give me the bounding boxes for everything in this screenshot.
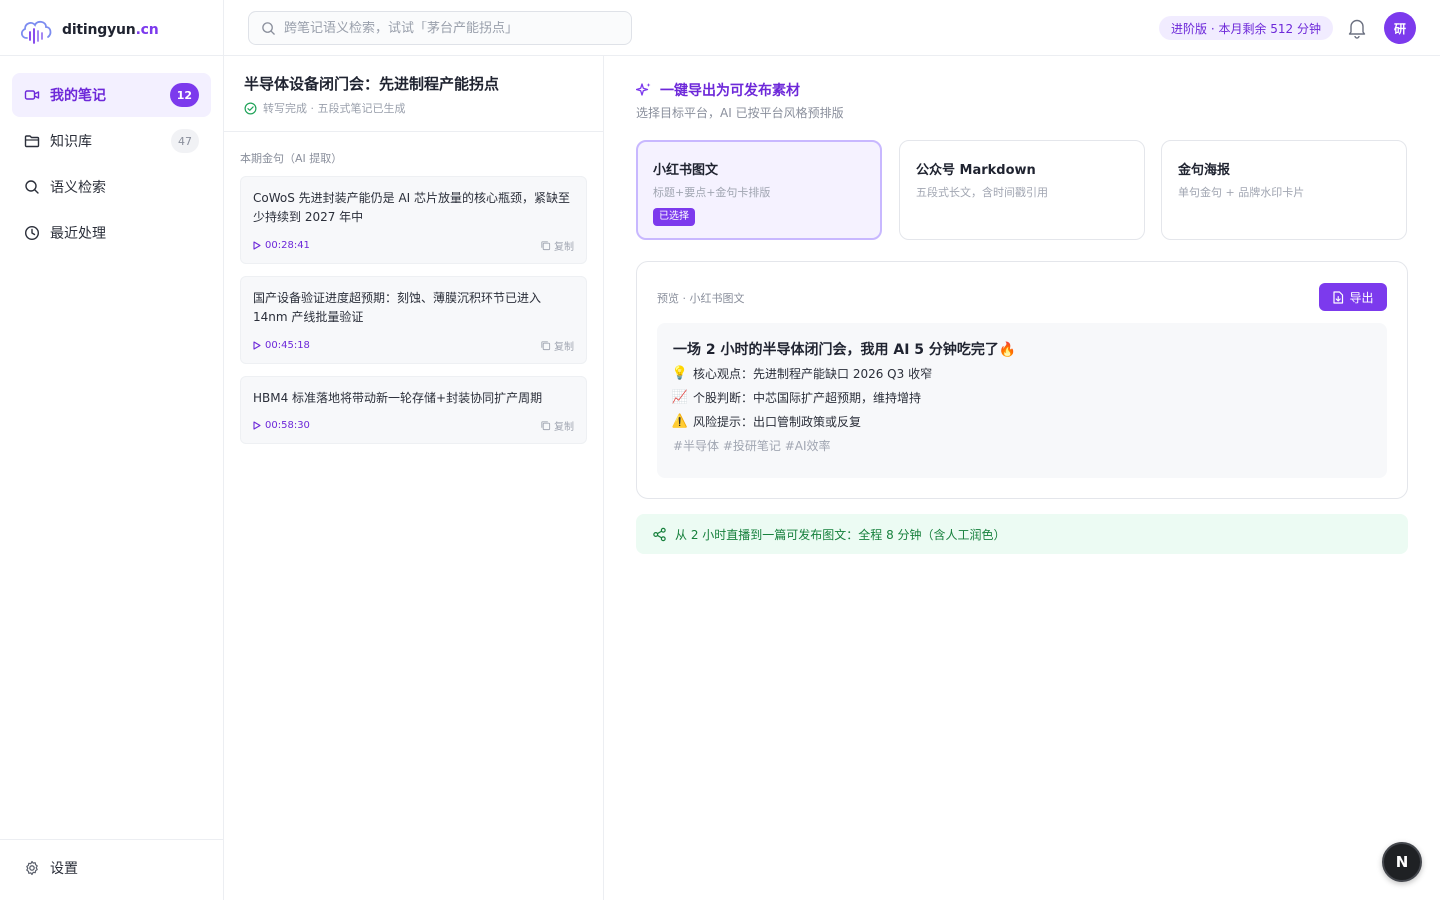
platform-card-xiaohongshu[interactable]: 小红书图文 标题+要点+金句卡排版 已选择 — [636, 140, 882, 240]
copy-quote-button[interactable]: 复制 — [540, 418, 574, 433]
preview-line: 💡 核心观点：先进制程产能缺口 2026 Q3 收窄 — [671, 366, 933, 381]
share-icon — [653, 527, 666, 541]
selected-badge: 已选择 — [653, 208, 695, 226]
summary-banner: 从 2 小时直播到一篇可发布图文：全程 8 分钟（含人工润色） — [636, 514, 1408, 554]
platform-card-wechat-markdown[interactable]: 公众号 Markdown 五段式长文，含时间戳引用 — [899, 140, 1145, 240]
note-status-text: 转写完成 · 五段式笔记已生成 — [263, 102, 406, 115]
export-subtitle: 选择目标平台，AI 已按平台风格预排版 — [636, 106, 844, 120]
settings-button[interactable]: 设置 — [24, 858, 78, 878]
export-panel: 一键导出为可发布素材 选择目标平台，AI 已按平台风格预排版 小红书图文 标题+… — [604, 56, 1440, 900]
check-circle-icon — [244, 102, 257, 114]
chart-up-icon: 📈 — [671, 390, 689, 405]
quote-text: CoWoS 先进封装产能仍是 AI 芯片放量的核心瓶颈，紧缺至少持续到 2027… — [253, 191, 571, 224]
settings-label: 设置 — [50, 861, 78, 877]
note-header: 半导体设备闭门会：先进制程产能拐点 转写完成 · 五段式笔记已生成 — [224, 56, 603, 132]
note-status: 转写完成 · 五段式笔记已生成 — [244, 100, 406, 116]
preview-content: 一场 2 小时的半导体闭门会，我用 AI 5 分钟吃完了🔥 💡 核心观点：先进制… — [657, 323, 1387, 478]
preview-title: 一场 2 小时的半导体闭门会，我用 AI 5 分钟吃完了🔥 — [673, 342, 1017, 358]
summary-text: 从 2 小时直播到一篇可发布图文：全程 8 分钟（含人工润色） — [675, 527, 1006, 542]
copy-icon — [541, 341, 551, 351]
clock-icon — [24, 225, 40, 241]
preview-line: 📈 个股判断：中芯国际扩产超预期，维持增持 — [671, 390, 922, 405]
quote-text: HBM4 标准落地将带动新一轮存储+封装协同扩产周期 — [253, 391, 543, 405]
bell-icon — [1348, 19, 1366, 39]
video-icon — [24, 90, 40, 100]
search-icon — [25, 180, 39, 194]
sidebar-item-label: 语义检索 — [50, 180, 106, 196]
user-avatar[interactable]: 研 — [1384, 12, 1416, 44]
platform-desc: 五段式长文，含时间戳引用 — [916, 186, 1048, 199]
export-title: 一键导出为可发布素材 — [636, 80, 800, 100]
file-export-icon — [1333, 290, 1344, 304]
quote-card: 国产设备验证进度超预期：刻蚀、薄膜沉积环节已进入 14nm 产线批量验证 00:… — [240, 276, 587, 364]
sidebar-item-knowledge-base[interactable]: 知识库 47 — [12, 119, 211, 163]
warning-icon: ⚠️ — [671, 414, 689, 429]
copy-icon — [541, 421, 551, 431]
copy-quote-button[interactable]: 复制 — [540, 338, 574, 353]
quote-card: HBM4 标准落地将带动新一轮存储+封装协同扩产周期 00:58:30 复制 — [240, 376, 587, 444]
quote-timestamp-link[interactable]: 00:58:30 — [253, 420, 310, 431]
sidebar-divider-top — [0, 55, 223, 56]
sidebar-item-my-notes[interactable]: 我的笔记 12 — [12, 73, 211, 117]
copy-icon — [541, 241, 551, 251]
preview-tags: #半导体 #投研笔记 #AI效率 — [673, 439, 831, 453]
platform-name: 公众号 Markdown — [916, 163, 1036, 178]
play-icon — [253, 341, 261, 350]
gear-icon — [26, 860, 38, 876]
search-icon — [262, 21, 275, 35]
search-box[interactable] — [248, 11, 632, 45]
platform-desc: 单句金句 + 品牌水印卡片 — [1178, 186, 1305, 199]
brand-logo[interactable]: ditingyun.cn — [18, 16, 159, 44]
quote-timestamp-link[interactable]: 00:28:41 — [253, 240, 310, 251]
note-title: 半导体设备闭门会：先进制程产能拐点 — [244, 75, 500, 93]
floating-n-button[interactable]: N — [1382, 842, 1422, 882]
platform-name: 小红书图文 — [653, 163, 719, 178]
notes-count-badge: 12 — [169, 83, 199, 107]
play-icon — [253, 241, 261, 250]
sparkle-icon — [636, 83, 651, 96]
sidebar-nav: 我的笔记 12 知识库 47 语义检索 最近处理 — [12, 73, 211, 257]
preview-label: 预览 · 小红书图文 — [657, 292, 745, 305]
lightbulb-icon: 💡 — [671, 366, 689, 381]
preview-line: ⚠️ 风险提示：出口管制政策或反复 — [671, 414, 862, 429]
plan-quota-badge[interactable]: 进阶版 · 本月剩余 512 分钟 — [1159, 16, 1333, 40]
sidebar-item-label: 我的笔记 — [50, 88, 106, 104]
note-detail-panel: 半导体设备闭门会：先进制程产能拐点 转写完成 · 五段式笔记已生成 本期金句（A… — [224, 56, 604, 900]
preview-card: 预览 · 小红书图文 导出 一场 2 小时的半导体闭门会，我用 AI 5 分钟吃… — [636, 261, 1408, 499]
sidebar-item-recent[interactable]: 最近处理 — [12, 211, 211, 255]
brand-name: ditingyun.cn — [62, 22, 159, 38]
sidebar-divider-bottom — [0, 839, 223, 840]
sidebar: ditingyun.cn 我的笔记 12 知识库 47 语义检索 最近处理 设置 — [0, 0, 224, 900]
quote-card: CoWoS 先进封装产能仍是 AI 芯片放量的核心瓶颈，紧缺至少持续到 2027… — [240, 176, 587, 264]
sidebar-item-semantic-search[interactable]: 语义检索 — [12, 165, 211, 209]
quote-text: 国产设备验证进度超预期：刻蚀、薄膜沉积环节已进入 14nm 产线批量验证 — [253, 291, 542, 324]
top-bar: 进阶版 · 本月剩余 512 分钟 研 — [224, 0, 1440, 56]
cloud-wave-logo-icon — [20, 20, 52, 44]
play-icon — [253, 421, 261, 430]
quotes-section-label: 本期金句（AI 提取） — [240, 152, 343, 165]
knowledge-count-badge: 47 — [171, 129, 199, 153]
quote-timestamp-link[interactable]: 00:45:18 — [253, 340, 310, 351]
platform-name: 金句海报 — [1178, 163, 1231, 178]
search-input[interactable] — [284, 20, 614, 36]
platform-card-quote-poster[interactable]: 金句海报 单句金句 + 品牌水印卡片 — [1161, 140, 1407, 240]
sidebar-item-label: 知识库 — [50, 134, 92, 150]
export-button[interactable]: 导出 — [1319, 283, 1387, 311]
folder-icon — [24, 135, 40, 148]
notification-button[interactable] — [1347, 17, 1367, 43]
sidebar-item-label: 最近处理 — [50, 226, 106, 242]
platform-desc: 标题+要点+金句卡排版 — [653, 186, 771, 199]
copy-quote-button[interactable]: 复制 — [540, 238, 574, 253]
